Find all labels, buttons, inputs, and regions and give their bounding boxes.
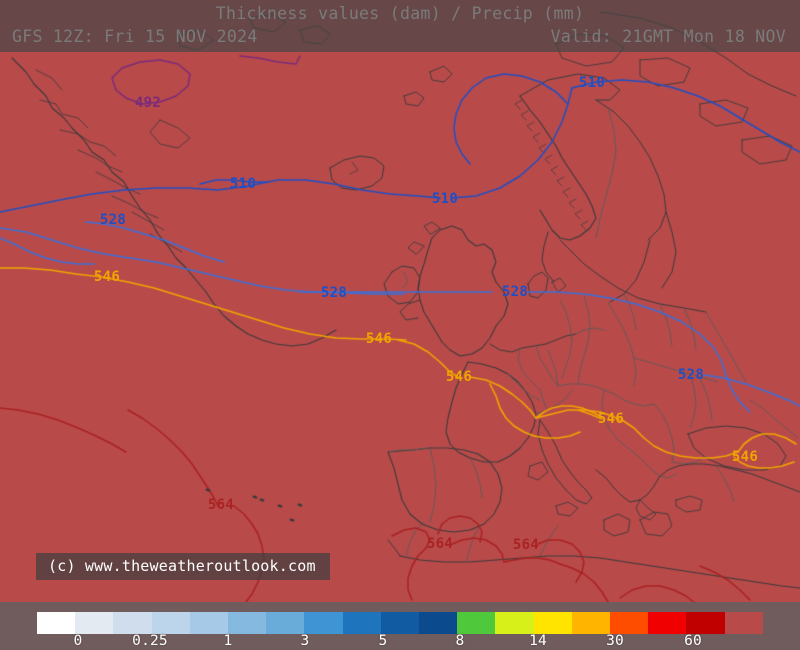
colorbar-swatch-8 (342, 612, 381, 634)
contour-label-546-balkans: 546 (597, 411, 625, 427)
colorbar-swatch-16 (648, 612, 687, 634)
colorbar-tick-14: 14 (529, 633, 547, 649)
contour-label-564-morocco: 564 (426, 536, 454, 552)
colorbar-swatch-6 (266, 612, 305, 634)
colorbar-swatch-5 (228, 612, 267, 634)
contour-label-546-turkey: 546 (731, 449, 759, 465)
colorbar-swatch-4 (189, 612, 229, 634)
contour-label-546-west-atlantic: 546 (93, 269, 121, 285)
colorbar-tick-8: 8 (455, 633, 465, 649)
colorbar-swatch-3 (151, 612, 190, 634)
colorbar-swatch-9 (380, 612, 420, 634)
colorbar-swatch-15 (610, 612, 649, 634)
colorbar-tick-0.25: 0.25 (132, 633, 168, 649)
colorbar-swatch-1 (75, 612, 114, 634)
precip-colorbar (37, 612, 763, 634)
colorbar-tick-60: 60 (684, 633, 702, 649)
contour-label-510-north-atlantic: 510 (431, 191, 459, 207)
contour-label-510-norwegian-sea: 510 (578, 75, 606, 91)
contour-label-564-algeria: 564 (512, 537, 540, 553)
colorbar-tick-30: 30 (606, 633, 624, 649)
contour-label-528-north-sea: 528 (501, 284, 529, 300)
colorbar-swatch-12 (495, 612, 534, 634)
valid-time-label: Valid: 21GMT Mon 18 NOV (550, 27, 786, 46)
precip-colorbar-ticks: 0 0.25 1 3 5 8 14 30 60 (0, 633, 800, 650)
contour-label-528-greenland-south: 528 (99, 212, 127, 228)
colorbar-swatch-18 (724, 612, 763, 634)
colorbar-swatch-10 (419, 612, 458, 634)
contour-label-528-eastern-europe: 528 (677, 367, 705, 383)
colorbar-tick-5: 5 (378, 633, 388, 649)
colorbar-swatch-14 (571, 612, 611, 634)
contour-label-528-atlantic: 528 (320, 285, 348, 301)
colorbar-tick-1: 1 (223, 633, 233, 649)
colorbar-swatch-0 (37, 612, 76, 634)
site-watermark: (c) www.theweatheroutlook.com (36, 553, 330, 580)
contour-label-564-atlantic-south: 564 (207, 497, 235, 513)
colorbar-tick-0: 0 (73, 633, 83, 649)
precip-legend: 0 0.25 1 3 5 8 14 30 60 (0, 602, 800, 650)
colorbar-swatch-7 (304, 612, 343, 634)
contour-label-546-mid-atlantic: 546 (365, 331, 393, 347)
model-run-label: GFS 12Z: Fri 15 NOV 2024 (12, 27, 258, 46)
contour-label-546-biscay: 546 (445, 369, 473, 385)
chart-title: Thickness values (dam) / Precip (mm) (215, 4, 585, 23)
colorbar-swatch-17 (686, 612, 725, 634)
contour-label-492-greenland: 492 (134, 95, 162, 111)
colorbar-swatch-2 (113, 612, 152, 634)
contour-label-510-denmark-strait: 510 (229, 176, 257, 192)
colorbar-swatch-13 (533, 612, 572, 634)
colorbar-swatch-11 (457, 612, 496, 634)
colorbar-tick-3: 3 (300, 633, 310, 649)
weather-chart-page: 492 510 510 510 528 528 528 528 546 546 546 546 546 5… (0, 0, 800, 650)
